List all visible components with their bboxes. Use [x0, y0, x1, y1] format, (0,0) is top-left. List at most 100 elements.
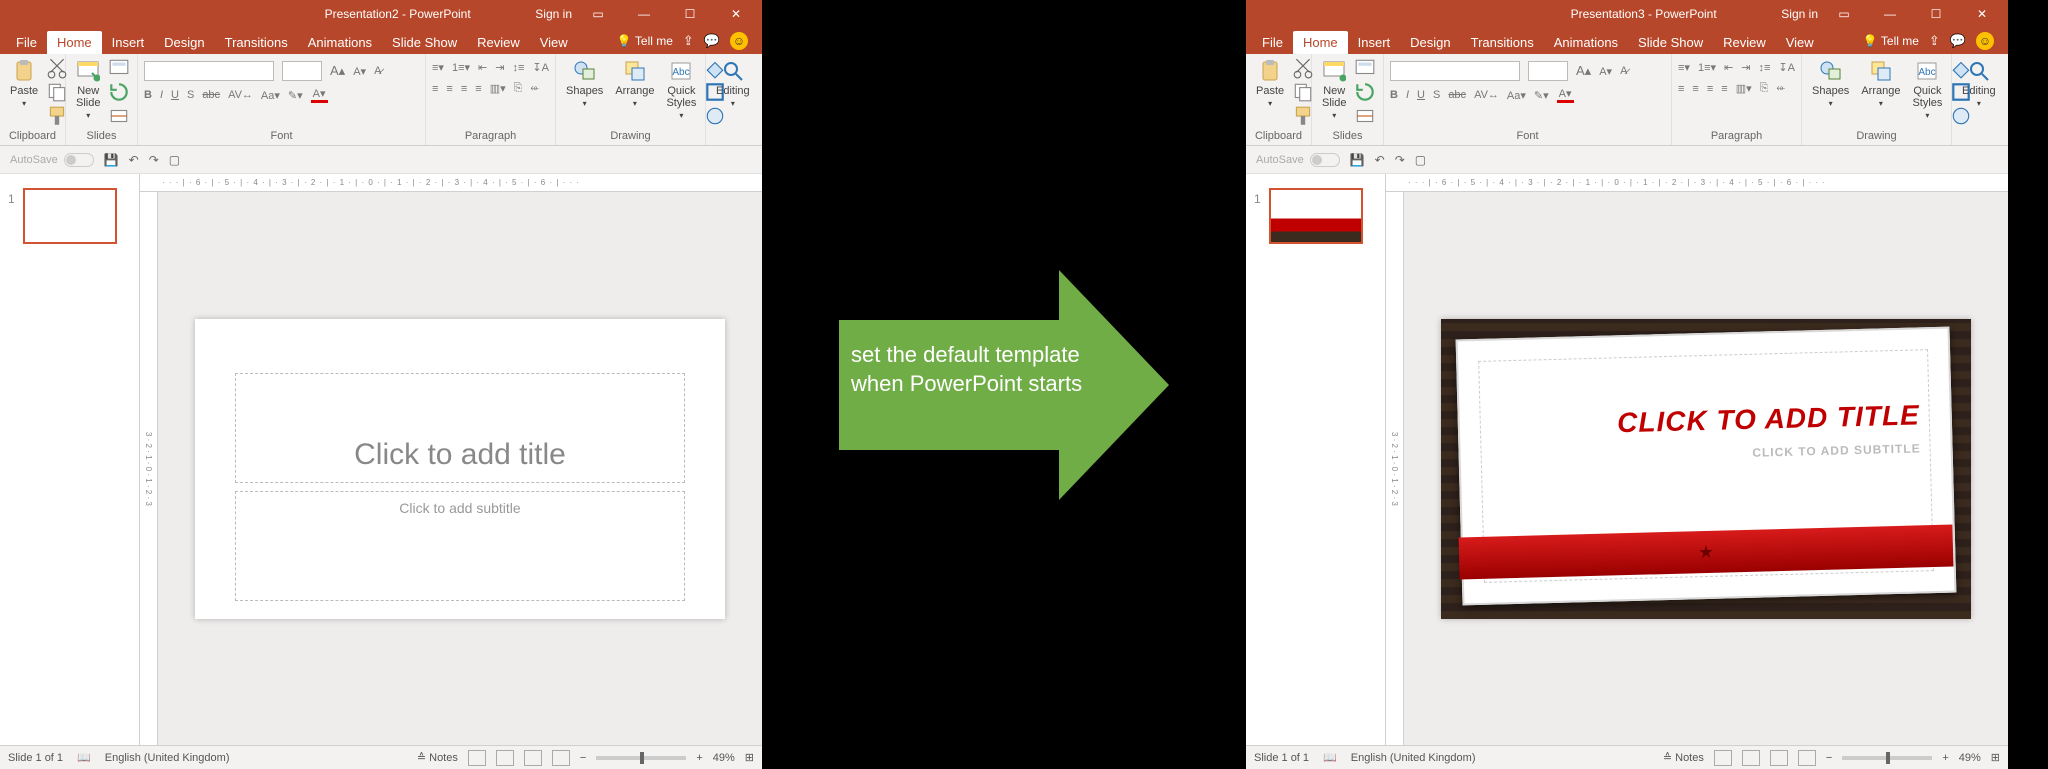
share-icon[interactable]: ⇪ — [683, 33, 694, 49]
fit-window-icon[interactable]: ⊞ — [1991, 751, 2000, 764]
tab-transitions[interactable]: Transitions — [215, 31, 298, 54]
notes-button[interactable]: ≙ Notes — [1663, 751, 1704, 764]
reset-icon[interactable] — [1354, 81, 1376, 103]
justify-icon[interactable]: ≡ — [475, 83, 481, 95]
italic-button[interactable]: I — [1406, 89, 1409, 101]
tab-view[interactable]: View — [1776, 31, 1824, 54]
align-text-icon[interactable]: ⎘ — [1760, 82, 1769, 95]
align-center-icon[interactable]: ≡ — [446, 83, 452, 95]
tab-insert[interactable]: Insert — [1348, 31, 1401, 54]
slide-thumbnail[interactable] — [1269, 188, 1363, 244]
save-icon[interactable]: 💾 — [104, 153, 119, 167]
feedback-icon[interactable]: ☺ — [730, 32, 748, 50]
shadow-button[interactable]: S — [1433, 89, 1440, 101]
slides-mini[interactable] — [108, 57, 130, 123]
thumbnail-pane[interactable]: 1 — [1246, 174, 1386, 745]
columns-icon[interactable]: ▥▾ — [490, 82, 506, 95]
redo-icon[interactable]: ↷ — [149, 153, 159, 167]
clipboard-mini[interactable] — [46, 57, 68, 123]
tab-design[interactable]: Design — [1400, 31, 1460, 54]
share-icon[interactable]: ⇪ — [1929, 33, 1940, 49]
ribbon-options-icon[interactable]: ▭ — [578, 0, 618, 28]
spellcheck-icon[interactable]: 📖 — [1323, 751, 1337, 764]
align-text-icon[interactable]: ⎘ — [514, 82, 523, 95]
autosave-toggle[interactable]: AutoSave — [10, 153, 94, 167]
cut-icon[interactable] — [46, 57, 68, 79]
copy-icon[interactable] — [46, 81, 68, 103]
bold-button[interactable]: B — [144, 89, 152, 101]
tab-view[interactable]: View — [530, 31, 578, 54]
char-spacing-button[interactable]: AV↔ — [1474, 89, 1499, 101]
slideshow-view-icon[interactable] — [1798, 750, 1816, 766]
quick-styles-button[interactable]: AbcQuick Styles▾ — [662, 57, 700, 122]
cut-icon[interactable] — [1292, 57, 1314, 79]
maximize-button[interactable]: ☐ — [670, 0, 710, 28]
undo-icon[interactable]: ↶ — [129, 153, 139, 167]
bullets-icon[interactable]: ≡▾ — [432, 61, 444, 74]
tab-slideshow[interactable]: Slide Show — [1628, 31, 1713, 54]
zoom-level[interactable]: 49% — [713, 752, 735, 764]
sorter-view-icon[interactable] — [496, 750, 514, 766]
grow-font-icon[interactable]: A▴ — [330, 63, 345, 79]
underline-button[interactable]: U — [171, 89, 179, 101]
clear-format-icon[interactable]: A̷ — [1620, 65, 1627, 77]
tab-review[interactable]: Review — [1713, 31, 1776, 54]
align-left-icon[interactable]: ≡ — [432, 83, 438, 95]
tab-slideshow[interactable]: Slide Show — [382, 31, 467, 54]
normal-view-icon[interactable] — [1714, 750, 1732, 766]
tab-home[interactable]: Home — [1293, 31, 1348, 54]
underline-button[interactable]: U — [1417, 89, 1425, 101]
char-spacing-button[interactable]: AV↔ — [228, 89, 253, 101]
format-painter-icon[interactable] — [46, 105, 68, 127]
paste-button[interactable]: Paste▾ — [6, 57, 42, 110]
smartart-icon[interactable]: ⬰ — [1776, 82, 1785, 95]
columns-icon[interactable]: ▥▾ — [1736, 82, 1752, 95]
tell-me[interactable]: 💡 Tell me — [617, 34, 673, 48]
tab-insert[interactable]: Insert — [102, 31, 155, 54]
bold-button[interactable]: B — [1390, 89, 1398, 101]
undo-icon[interactable]: ↶ — [1375, 153, 1385, 167]
shapes-button[interactable]: Shapes▾ — [1808, 57, 1853, 110]
sign-in-link[interactable]: Sign in — [535, 7, 572, 21]
slideshow-icon[interactable]: ▢ — [1415, 153, 1426, 167]
highlight-button[interactable]: ✎▾ — [288, 89, 303, 102]
editing-button[interactable]: Editing▾ — [1958, 57, 2000, 110]
numbering-icon[interactable]: 1≡▾ — [452, 61, 470, 74]
tab-review[interactable]: Review — [467, 31, 530, 54]
indent-dec-icon[interactable]: ⇤ — [478, 61, 487, 74]
tab-file[interactable]: File — [1252, 31, 1293, 54]
clipboard-mini[interactable] — [1292, 57, 1314, 123]
feedback-icon[interactable]: ☺ — [1976, 32, 1994, 50]
arrange-button[interactable]: Arrange▾ — [611, 57, 658, 110]
line-spacing-icon[interactable]: ↕≡ — [1758, 62, 1770, 74]
language[interactable]: English (United Kingdom) — [1351, 752, 1476, 764]
section-icon[interactable] — [108, 105, 130, 127]
font-name-combo[interactable] — [1390, 61, 1520, 81]
strike-button[interactable]: abc — [1448, 89, 1466, 101]
font-size-combo[interactable] — [282, 61, 322, 81]
case-button[interactable]: Aa▾ — [261, 89, 280, 102]
save-icon[interactable]: 💾 — [1350, 153, 1365, 167]
thumbnail-pane[interactable]: 1 — [0, 174, 140, 745]
italic-button[interactable]: I — [160, 89, 163, 101]
indent-inc-icon[interactable]: ⇥ — [1741, 61, 1750, 74]
reading-view-icon[interactable] — [524, 750, 542, 766]
normal-view-icon[interactable] — [468, 750, 486, 766]
zoom-in-icon[interactable]: + — [1942, 752, 1948, 764]
align-right-icon[interactable]: ≡ — [461, 83, 467, 95]
zoom-out-icon[interactable]: − — [580, 752, 586, 764]
grow-font-icon[interactable]: A▴ — [1576, 63, 1591, 79]
sign-in-link[interactable]: Sign in — [1781, 7, 1818, 21]
close-button[interactable]: ✕ — [716, 0, 756, 28]
fit-window-icon[interactable]: ⊞ — [745, 751, 754, 764]
autosave-toggle[interactable]: AutoSave — [1256, 153, 1340, 167]
case-button[interactable]: Aa▾ — [1507, 89, 1526, 102]
quick-styles-button[interactable]: AbcQuick Styles▾ — [1908, 57, 1946, 122]
zoom-out-icon[interactable]: − — [1826, 752, 1832, 764]
subtitle-placeholder[interactable]: Click to add subtitle — [235, 491, 685, 601]
zoom-in-icon[interactable]: + — [696, 752, 702, 764]
new-slide-button[interactable]: New Slide▾ — [72, 57, 104, 122]
tab-animations[interactable]: Animations — [1544, 31, 1628, 54]
zoom-level[interactable]: 49% — [1959, 752, 1981, 764]
tab-design[interactable]: Design — [154, 31, 214, 54]
